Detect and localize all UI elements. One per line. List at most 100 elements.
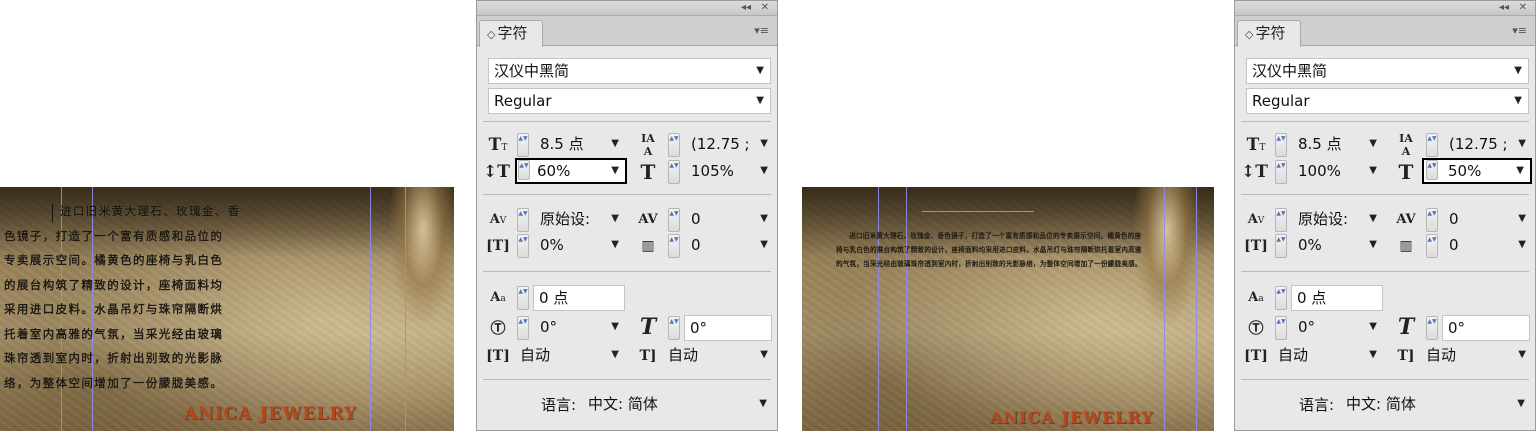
panel-titlebar[interactable]: ◂◂ ✕: [477, 1, 777, 16]
leading-dropdown[interactable]: (12.75 ; ▼: [686, 132, 774, 158]
font-size-stepper[interactable]: ▲▼: [517, 133, 529, 157]
divider: [483, 121, 771, 122]
chevron-down-icon: ▼: [760, 349, 768, 360]
tsume-stepper[interactable]: ▲▼: [1275, 234, 1287, 258]
collapse-icon[interactable]: ◂◂: [1499, 1, 1509, 15]
chevron-down-icon: ▼: [760, 213, 768, 224]
kerning-dropdown[interactable]: 原始设: ▼: [535, 207, 625, 233]
close-icon[interactable]: ✕: [761, 1, 769, 15]
chevron-down-icon: ▼: [1517, 398, 1525, 409]
body-text[interactable]: 进口旧米黄大理石、玫瑰金、香色镜子，打造了一个富有质感和品位的专卖展示空间。橘黄…: [836, 229, 1142, 271]
grid-spacing-stepper[interactable]: ▲▼: [668, 234, 680, 258]
aki-after-dropdown[interactable]: 自动 ▼: [1421, 343, 1532, 369]
language-dropdown[interactable]: 中文: 简体 ▼: [1341, 392, 1531, 418]
aki-before-dropdown[interactable]: 自动 ▼: [515, 343, 625, 369]
tsume-icon: [T]: [486, 238, 510, 254]
tracking-stepper[interactable]: ▲▼: [1426, 208, 1438, 232]
tsume-dropdown[interactable]: 0% ▼: [1293, 233, 1383, 259]
kerning-dropdown[interactable]: 原始设: ▼: [1293, 207, 1383, 233]
panel-tab-row: ◇ 字符 ▾≡: [477, 16, 777, 47]
kerning-stepper[interactable]: ▲▼: [1275, 208, 1287, 232]
rotation-dropdown[interactable]: 0° ▼: [1293, 315, 1383, 341]
kerning-value: 原始设:: [1298, 210, 1349, 228]
baseline-shift-value: 0 点: [1297, 289, 1327, 307]
kerning-stepper[interactable]: ▲▼: [517, 208, 529, 232]
tab-character[interactable]: ◇ 字符: [1237, 20, 1301, 47]
aki-before-value: 自动: [1278, 346, 1309, 364]
divider: [483, 271, 771, 272]
leading-value: (12.75 ;: [691, 135, 750, 153]
tab-character[interactable]: ◇ 字符: [479, 20, 543, 47]
leading-stepper[interactable]: ▲▼: [668, 133, 680, 157]
font-size-stepper[interactable]: ▲▼: [1275, 133, 1287, 157]
panel-menu-icon[interactable]: ▾≡: [754, 24, 769, 37]
left-document-preview: 进口旧米黄大理石、玫瑰金、香 色镜子，打造了一个富有质感和品位的 专卖展示空间。…: [0, 187, 454, 431]
aki-after-icon: T]: [1397, 348, 1415, 364]
panel-menu-icon[interactable]: ▾≡: [1512, 24, 1527, 37]
rotation-stepper[interactable]: ▲▼: [1275, 316, 1287, 340]
language-dropdown[interactable]: 中文: 简体 ▼: [583, 392, 773, 418]
font-style-value: Regular: [494, 92, 552, 110]
tracking-icon: AV: [638, 212, 658, 227]
rotation-value: 0°: [540, 318, 558, 336]
rotation-stepper[interactable]: ▲▼: [517, 316, 529, 340]
leading-dropdown[interactable]: (12.75 ; ▼: [1444, 132, 1532, 158]
chevron-down-icon: ▼: [1518, 213, 1526, 224]
font-style-dropdown[interactable]: Regular ▼: [488, 88, 771, 114]
character-panel-right[interactable]: ◂◂ ✕ ◇ 字符 ▾≡ 汉仪中黑简 ▼ Regular ▼ TT ▲▼ 8.5 点 ▼…: [1234, 0, 1536, 431]
horizontal-scale-dropdown[interactable]: 50% ▼: [1422, 158, 1532, 184]
font-family-dropdown[interactable]: 汉仪中黑简 ▼: [1246, 58, 1529, 84]
text-line: 采用进口皮料。水晶吊灯与珠帘隔断烘: [4, 302, 224, 316]
tracking-stepper[interactable]: ▲▼: [668, 208, 680, 232]
vertical-scale-dropdown[interactable]: 60% ▼: [515, 158, 627, 184]
vertical-scale-stepper[interactable]: ▲▼: [518, 160, 530, 180]
skew-stepper[interactable]: ▲▼: [668, 316, 680, 340]
skew-stepper[interactable]: ▲▼: [1426, 316, 1438, 340]
skew-input[interactable]: 0°: [684, 315, 772, 341]
collapse-icon[interactable]: ◂◂: [741, 1, 751, 15]
language-value: 中文: 简体: [1346, 395, 1416, 413]
aki-before-value: 自动: [520, 346, 551, 364]
body-text[interactable]: 进口旧米黄大理石、玫瑰金、香 色镜子，打造了一个富有质感和品位的 专卖展示空间。…: [4, 199, 304, 395]
panel-titlebar[interactable]: ◂◂ ✕: [1235, 1, 1535, 16]
tsume-dropdown[interactable]: 0% ▼: [535, 233, 625, 259]
baseline-shift-input[interactable]: 0 点: [1291, 285, 1383, 311]
aki-after-dropdown[interactable]: 自动 ▼: [663, 343, 774, 369]
tsume-stepper[interactable]: ▲▼: [517, 234, 529, 258]
tracking-dropdown[interactable]: 0 ▼: [686, 207, 774, 233]
horizontal-scale-icon: T: [1398, 160, 1414, 184]
horizontal-scale-stepper[interactable]: ▲▼: [1426, 160, 1438, 180]
divider: [1241, 271, 1529, 272]
vertical-scale-dropdown[interactable]: 100% ▼: [1293, 159, 1383, 185]
rotation-dropdown[interactable]: 0° ▼: [535, 315, 625, 341]
leading-stepper[interactable]: ▲▼: [1426, 133, 1438, 157]
grid-spacing-dropdown[interactable]: 0 ▼: [1444, 233, 1532, 259]
horizontal-scale-value: 105%: [691, 162, 734, 180]
aki-before-dropdown[interactable]: 自动 ▼: [1273, 343, 1383, 369]
grid-spacing-icon: ▥: [641, 238, 655, 254]
kerning-icon: AV: [489, 212, 507, 227]
spin-icon: ▲▼: [1427, 162, 1437, 169]
brand-logo-text: ANICA JEWELRY: [184, 404, 358, 424]
font-style-dropdown[interactable]: Regular ▼: [1246, 88, 1529, 114]
character-panel-left[interactable]: ◂◂ ✕ ◇ 字符 ▾≡ 汉仪中黑简 ▼ Regular ▼ TT ▲▼ 8.5 点 ▼…: [476, 0, 778, 431]
horizontal-scale-stepper[interactable]: ▲▼: [668, 160, 680, 184]
skew-input[interactable]: 0°: [1442, 315, 1530, 341]
rotation-icon: Ⓣ: [490, 319, 506, 337]
baseline-shift-stepper[interactable]: ▲▼: [1275, 286, 1287, 310]
font-size-dropdown[interactable]: 8.5 点 ▼: [1293, 132, 1383, 158]
aki-before-icon: [T]: [486, 348, 510, 364]
horizontal-scale-dropdown[interactable]: 105% ▼: [686, 159, 774, 185]
tracking-dropdown[interactable]: 0 ▼: [1444, 207, 1532, 233]
baseline-shift-input[interactable]: 0 点: [533, 285, 625, 311]
grid-spacing-dropdown[interactable]: 0 ▼: [686, 233, 774, 259]
grid-spacing-stepper[interactable]: ▲▼: [1426, 234, 1438, 258]
skew-icon: T: [639, 314, 657, 340]
font-size-dropdown[interactable]: 8.5 点 ▼: [535, 132, 625, 158]
font-family-dropdown[interactable]: 汉仪中黑简 ▼: [488, 58, 771, 84]
spin-icon: ▲▼: [1276, 318, 1286, 325]
chandelier-image: [388, 187, 454, 327]
baseline-shift-stepper[interactable]: ▲▼: [517, 286, 529, 310]
close-icon[interactable]: ✕: [1519, 1, 1527, 15]
vertical-scale-stepper[interactable]: ▲▼: [1275, 160, 1287, 184]
